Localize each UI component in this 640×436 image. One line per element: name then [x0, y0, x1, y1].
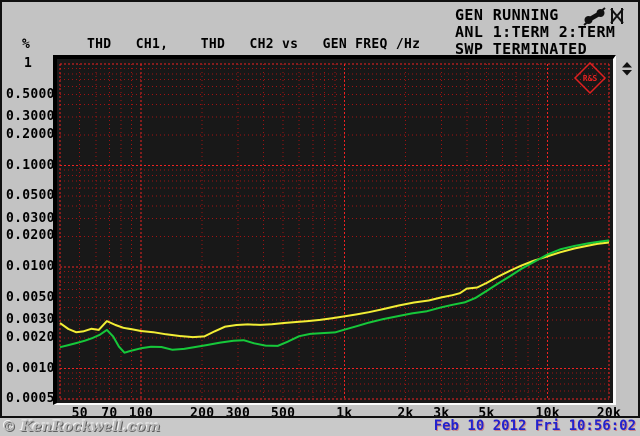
- x-tick-label: 5k: [478, 406, 495, 421]
- x-tick-label: 500: [270, 406, 296, 421]
- y-tick-label: 0.0100: [6, 259, 55, 274]
- phone-muted-icon: [583, 7, 606, 26]
- analyzer-screen: GEN RUNNING ANL 1:TERM 2:TERM SWP TERMIN…: [0, 0, 640, 421]
- trace-thd-ch2: [59, 239, 610, 354]
- status-gen: GEN RUNNING: [455, 6, 559, 24]
- y-tick-label: 0.0050: [6, 289, 55, 305]
- y-tick-label: 0.0005: [6, 391, 55, 407]
- y-tick-label: 1: [24, 56, 33, 71]
- y-tick-label: 0.1000: [6, 157, 55, 173]
- x-tick-label: 20k: [596, 406, 622, 421]
- y-tick-label: 0.0020: [6, 329, 55, 345]
- y-tick-label: 0.5000: [6, 86, 55, 102]
- y-axis-unit-label: %: [22, 37, 31, 52]
- y-tick-label: 0.0030: [6, 312, 55, 328]
- y-tick-label: 0.0200: [6, 228, 55, 244]
- x-tick-label: 300: [225, 406, 251, 421]
- y-tick-label: 0.0500: [6, 188, 55, 204]
- trace-thd-ch1: [59, 241, 610, 339]
- trace-title: THD CH1, THD CH2 vs GEN FREQ /Hz: [87, 37, 421, 52]
- rs-logo-text: R&S: [583, 74, 598, 83]
- status-anl: ANL 1:TERM 2:TERM: [455, 23, 616, 41]
- scroll-updown-icon[interactable]: [621, 62, 633, 76]
- x-tick-label: 1k: [336, 406, 353, 421]
- y-tick-label: 0.2000: [6, 126, 55, 142]
- y-tick-label: 0.0010: [6, 360, 55, 376]
- y-tick-label: 0.0300: [6, 210, 55, 226]
- watermark-text: © KenRockwell.com: [2, 419, 161, 435]
- y-tick-label: 0.3000: [6, 109, 55, 125]
- x-tick-label: 3k: [433, 406, 450, 421]
- keyboard-disabled-icon: [610, 8, 624, 24]
- thd-vs-frequency-plot: R&S: [59, 61, 610, 400]
- plot-area: R&S: [53, 55, 616, 405]
- page: GEN RUNNING ANL 1:TERM 2:TERM SWP TERMIN…: [0, 0, 640, 436]
- x-tick-label: 100: [128, 406, 154, 421]
- x-tick-label: 10k: [535, 406, 560, 421]
